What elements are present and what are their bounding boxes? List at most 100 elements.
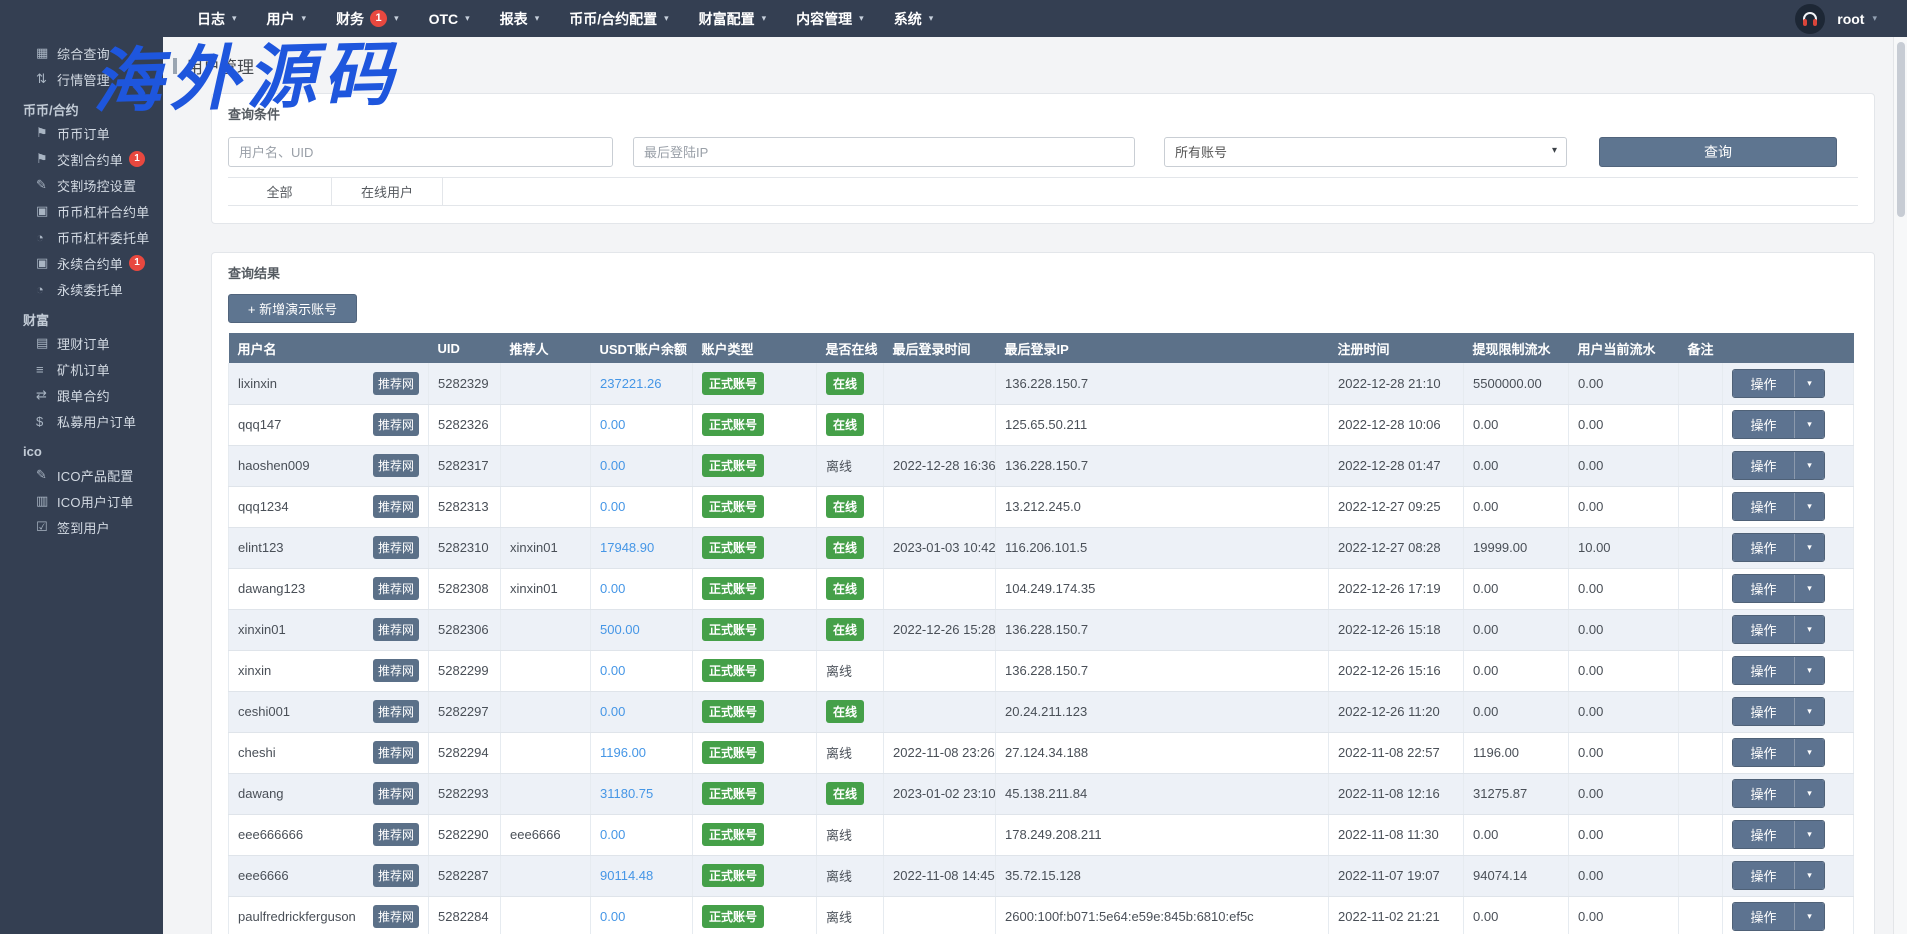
action-caret-button[interactable]: ▾ [1795, 452, 1824, 479]
action-caret-button[interactable]: ▾ [1795, 411, 1824, 438]
sidebar-item-1[interactable]: ⇅行情管理 [0, 66, 163, 92]
action-button[interactable]: 操作 [1733, 493, 1795, 520]
sidebar-item-17[interactable]: ▥ICO用户订单 [0, 488, 163, 514]
action-button[interactable]: 操作 [1733, 903, 1795, 930]
referral-net-badge[interactable]: 推荐网 [373, 454, 419, 477]
action-caret-button[interactable]: ▾ [1795, 370, 1824, 397]
action-button[interactable]: 操作 [1733, 698, 1795, 725]
referral-net-badge[interactable]: 推荐网 [373, 577, 419, 600]
action-caret-button[interactable]: ▾ [1795, 903, 1824, 930]
action-button[interactable]: 操作 [1733, 575, 1795, 602]
sidebar-item-6[interactable]: ▣币币杠杆合约单 [0, 198, 163, 224]
balance-link[interactable]: 0.00 [600, 581, 625, 596]
action-caret-button[interactable]: ▾ [1795, 616, 1824, 643]
nav-item-4[interactable]: 报表▾ [500, 9, 540, 29]
action-button[interactable]: 操作 [1733, 821, 1795, 848]
action-button[interactable]: 操作 [1733, 862, 1795, 889]
sidebar-item-18[interactable]: ☑签到用户 [0, 514, 163, 540]
last-login-time-cell [884, 896, 996, 934]
sidebar-item-5[interactable]: ✎交割场控设置 [0, 172, 163, 198]
sidebar-item-16[interactable]: ✎ICO产品配置 [0, 462, 163, 488]
last-login-ip-input[interactable] [633, 137, 1135, 167]
balance-link[interactable]: 1196.00 [600, 745, 646, 760]
username-text: paulfredrickferguson [238, 909, 356, 924]
action-button[interactable]: 操作 [1733, 780, 1795, 807]
action-button[interactable]: 操作 [1733, 657, 1795, 684]
sidebar-item-3[interactable]: ⚑币币订单 [0, 120, 163, 146]
balance-link[interactable]: 0.00 [600, 704, 625, 719]
referral-net-badge[interactable]: 推荐网 [373, 495, 419, 518]
scrollbar-thumb[interactable] [1897, 42, 1905, 217]
nav-item-2[interactable]: 财务1▾ [336, 9, 399, 29]
sidebar-item-14[interactable]: $私募用户订单 [0, 408, 163, 434]
sidebar-item-8[interactable]: ▣永续合约单1 [0, 250, 163, 276]
chevron-down-icon: ▾ [1872, 13, 1877, 24]
account-type-cell: 正式账号 [693, 404, 817, 445]
sidebar-item-11[interactable]: ▤理财订单 [0, 330, 163, 356]
balance-link[interactable]: 0.00 [600, 417, 625, 432]
nav-item-7[interactable]: 内容管理▾ [796, 9, 864, 29]
user-menu[interactable]: root [1837, 11, 1864, 27]
nav-item-8[interactable]: 系统▾ [894, 9, 934, 29]
action-caret-button[interactable]: ▾ [1795, 493, 1824, 520]
referral-net-badge[interactable]: 推荐网 [373, 700, 419, 723]
sidebar-item-4[interactable]: ⚑交割合约单1 [0, 146, 163, 172]
nav-item-1[interactable]: 用户▾ [267, 9, 307, 29]
referral-net-badge[interactable]: 推荐网 [373, 618, 419, 641]
balance-link[interactable]: 0.00 [600, 909, 625, 924]
username-uid-input[interactable] [228, 137, 613, 167]
referral-net-badge[interactable]: 推荐网 [373, 823, 419, 846]
sidebar-item-12[interactable]: ≡矿机订单 [0, 356, 163, 382]
search-button[interactable]: 查询 [1599, 137, 1837, 167]
action-caret-button[interactable]: ▾ [1795, 862, 1824, 889]
add-demo-account-button[interactable]: + 新增演示账号 [228, 294, 357, 323]
nav-item-5[interactable]: 币币/合约配置▾ [569, 9, 668, 29]
referral-net-badge[interactable]: 推荐网 [373, 413, 419, 436]
nav-item-3[interactable]: OTC▾ [429, 11, 470, 27]
action-button[interactable]: 操作 [1733, 534, 1795, 561]
balance-link[interactable]: 17948.90 [600, 540, 654, 555]
balance-link[interactable]: 500.00 [600, 622, 640, 637]
action-button[interactable]: 操作 [1733, 616, 1795, 643]
referral-net-badge[interactable]: 推荐网 [373, 741, 419, 764]
avatar[interactable] [1795, 4, 1825, 34]
referral-net-badge[interactable]: 推荐网 [373, 536, 419, 559]
nav-item-6[interactable]: 财富配置▾ [699, 9, 767, 29]
account-type-cell: 正式账号 [693, 855, 817, 896]
scrollbar[interactable] [1893, 37, 1907, 934]
action-button[interactable]: 操作 [1733, 370, 1795, 397]
balance-link[interactable]: 90114.48 [600, 868, 653, 883]
balance-link[interactable]: 237221.26 [600, 376, 661, 391]
account-type-badge: 正式账号 [702, 741, 764, 764]
withdraw-flow-cell: 5500000.00 [1464, 363, 1569, 404]
remark-cell [1679, 732, 1723, 773]
sidebar-item-9[interactable]: ◔永续委托单 [0, 276, 163, 302]
referral-net-badge[interactable]: 推荐网 [373, 372, 419, 395]
balance-link[interactable]: 0.00 [600, 499, 625, 514]
balance-link[interactable]: 0.00 [600, 663, 625, 678]
account-type-select[interactable]: 所有账号 [1164, 137, 1567, 167]
action-caret-button[interactable]: ▾ [1795, 698, 1824, 725]
referral-net-badge[interactable]: 推荐网 [373, 782, 419, 805]
nav-item-0[interactable]: 日志▾ [197, 9, 237, 29]
action-button[interactable]: 操作 [1733, 411, 1795, 438]
tab-all[interactable]: 全部 [228, 178, 332, 205]
action-caret-button[interactable]: ▾ [1795, 657, 1824, 684]
balance-link[interactable]: 31180.75 [600, 786, 653, 801]
action-button[interactable]: 操作 [1733, 452, 1795, 479]
sidebar-item-7[interactable]: ◔币币杠杆委托单 [0, 224, 163, 250]
action-caret-button[interactable]: ▾ [1795, 821, 1824, 848]
balance-link[interactable]: 0.00 [600, 827, 625, 842]
sidebar-item-13[interactable]: ⇄跟单合约 [0, 382, 163, 408]
referral-net-badge[interactable]: 推荐网 [373, 905, 419, 928]
referral-net-badge[interactable]: 推荐网 [373, 659, 419, 682]
action-caret-button[interactable]: ▾ [1795, 575, 1824, 602]
tab-online-users[interactable]: 在线用户 [332, 178, 443, 205]
action-caret-button[interactable]: ▾ [1795, 780, 1824, 807]
action-caret-button[interactable]: ▾ [1795, 534, 1824, 561]
action-button[interactable]: 操作 [1733, 739, 1795, 766]
sidebar-item-0[interactable]: ▦综合查询 [0, 40, 163, 66]
balance-link[interactable]: 0.00 [600, 458, 625, 473]
action-caret-button[interactable]: ▾ [1795, 739, 1824, 766]
referral-net-badge[interactable]: 推荐网 [373, 864, 419, 887]
